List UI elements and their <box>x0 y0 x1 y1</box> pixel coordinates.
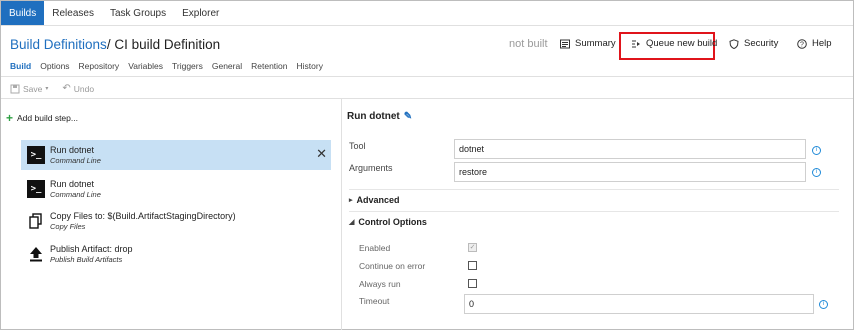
timeout-input[interactable]: 0 <box>464 294 814 314</box>
section-divider <box>349 211 839 212</box>
section-divider <box>349 189 839 190</box>
tab-general[interactable]: General <box>212 61 242 71</box>
build-step-item[interactable]: >_ Run dotnet Command Line ✕ <box>21 140 331 170</box>
enabled-checkbox[interactable]: ✓ <box>468 243 477 252</box>
svg-text:?: ? <box>800 41 804 48</box>
copy-files-icon <box>27 212 45 230</box>
build-step-title: Run dotnet <box>50 178 95 189</box>
help-icon: ? <box>797 38 807 49</box>
info-icon[interactable]: i <box>812 168 821 177</box>
build-step-item[interactable]: Publish Artifact: drop Publish Build Art… <box>21 239 331 269</box>
build-step-subtitle: Copy Files <box>50 221 86 231</box>
tab-explorer[interactable]: Explorer <box>174 1 227 25</box>
command-line-icon: >_ <box>27 146 45 164</box>
tab-history[interactable]: History <box>297 61 323 71</box>
tool-label: Tool <box>349 141 366 151</box>
save-label: Save <box>23 83 43 94</box>
help-label: Help <box>812 38 832 49</box>
enabled-label: Enabled <box>359 243 391 253</box>
build-step-subtitle: Command Line <box>50 189 101 199</box>
shield-icon <box>729 38 739 49</box>
close-icon[interactable]: ✕ <box>316 146 327 162</box>
undo-button[interactable]: ↶ Undo <box>62 83 94 94</box>
summary-button[interactable]: Summary <box>560 38 616 49</box>
build-step-text: Copy Files to: $(Build.ArtifactStagingDi… <box>50 211 236 232</box>
undo-icon: ↶ <box>62 83 71 94</box>
always-run-label: Always run <box>359 279 401 289</box>
summary-label: Summary <box>575 38 616 49</box>
control-options-label: Control Options <box>358 217 427 227</box>
build-step-text: Publish Artifact: drop Publish Build Art… <box>50 244 133 265</box>
arguments-input[interactable]: restore <box>454 162 806 182</box>
definition-tabs: Build Options Repository Variables Trigg… <box>10 61 323 71</box>
top-nav: Builds Releases Task Groups Explorer <box>1 1 853 26</box>
queue-build-icon <box>631 39 641 49</box>
page-title: CI build Definition <box>114 37 221 52</box>
add-build-step-button[interactable]: + Add build step... <box>6 111 78 125</box>
pencil-icon[interactable]: ✎ <box>404 111 412 122</box>
chevron-down-icon: ◢ <box>349 219 355 226</box>
help-button[interactable]: ? Help <box>797 38 832 49</box>
queue-new-build-button[interactable]: Queue new build <box>631 38 717 49</box>
build-status: not built <box>509 38 548 50</box>
continue-on-error-label: Continue on error <box>359 261 426 271</box>
breadcrumb: Build Definitions/ CI build Definition <box>10 37 220 52</box>
save-button[interactable]: Save ▾ <box>10 83 48 94</box>
control-options-section-toggle[interactable]: ◢ Control Options <box>349 217 427 227</box>
security-label: Security <box>744 38 779 49</box>
summary-icon <box>560 39 570 49</box>
build-step-title: Run dotnet <box>50 144 95 155</box>
tab-builds[interactable]: Builds <box>1 1 45 25</box>
advanced-label: Advanced <box>356 195 400 205</box>
tool-input[interactable]: dotnet <box>454 139 806 159</box>
panel-divider <box>341 99 342 330</box>
arguments-label: Arguments <box>349 163 393 173</box>
continue-on-error-checkbox[interactable] <box>468 261 477 270</box>
tab-releases[interactable]: Releases <box>44 1 102 25</box>
save-icon <box>10 84 20 94</box>
build-step-title: Publish Artifact: drop <box>50 243 133 254</box>
command-line-icon: >_ <box>27 180 45 198</box>
undo-label: Undo <box>73 83 95 94</box>
tab-triggers[interactable]: Triggers <box>172 61 203 71</box>
plus-icon: + <box>6 111 14 125</box>
build-step-title: Copy Files to: $(Build.ArtifactStagingDi… <box>50 210 236 221</box>
build-step-item[interactable]: Copy Files to: $(Build.ArtifactStagingDi… <box>21 206 331 236</box>
breadcrumb-separator: / <box>106 37 111 52</box>
always-run-checkbox[interactable] <box>468 279 477 288</box>
publish-artifact-icon <box>27 245 45 263</box>
build-step-item[interactable]: >_ Run dotnet Command Line <box>21 174 331 204</box>
tab-repository[interactable]: Repository <box>79 61 120 71</box>
chevron-right-icon: ▸ <box>349 197 353 204</box>
header-divider <box>1 76 853 77</box>
tab-variables[interactable]: Variables <box>128 61 163 71</box>
info-icon[interactable]: i <box>819 300 828 309</box>
build-step-subtitle: Command Line <box>50 155 101 165</box>
step-details-title: Run dotnet ✎ <box>347 111 412 122</box>
tab-task-groups[interactable]: Task Groups <box>102 1 174 25</box>
build-step-text: Run dotnet Command Line <box>50 179 101 200</box>
breadcrumb-build-definitions[interactable]: Build Definitions <box>10 37 107 52</box>
queue-new-build-label: Queue new build <box>646 38 718 49</box>
tab-build[interactable]: Build <box>10 61 31 71</box>
timeout-label: Timeout <box>359 296 390 306</box>
advanced-section-toggle[interactable]: ▸ Advanced <box>349 195 400 205</box>
build-step-subtitle: Publish Build Artifacts <box>50 254 123 264</box>
info-icon[interactable]: i <box>812 146 821 155</box>
tab-options[interactable]: Options <box>40 61 69 71</box>
toolbar: Save ▾ ↶ Undo <box>10 83 94 94</box>
step-title: Run dotnet <box>347 111 400 122</box>
chevron-down-icon: ▾ <box>45 86 49 92</box>
tab-retention[interactable]: Retention <box>251 61 287 71</box>
security-button[interactable]: Security <box>729 38 778 49</box>
toolbar-divider <box>1 98 853 99</box>
add-build-step-label: Add build step... <box>17 113 78 123</box>
build-step-text: Run dotnet Command Line <box>50 145 101 166</box>
